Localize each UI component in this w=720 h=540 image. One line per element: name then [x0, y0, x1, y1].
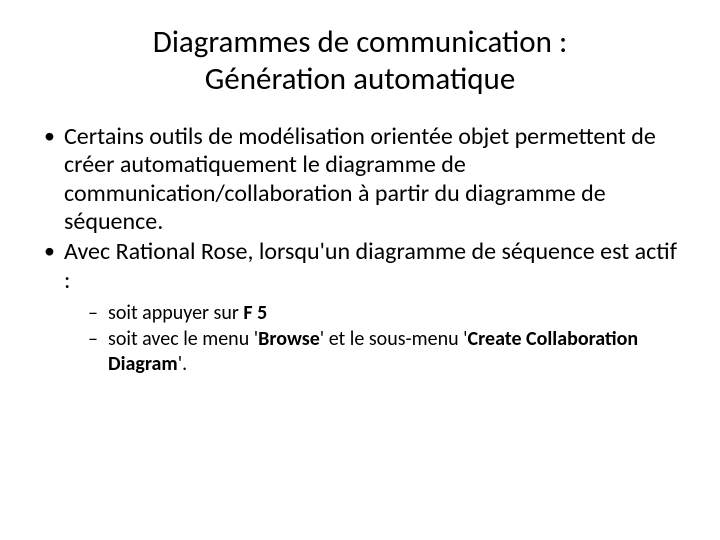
- bullet-list: Certains outils de modélisation orientée…: [42, 123, 684, 376]
- bold-text: Browse: [258, 327, 320, 351]
- bullet-text: Avec Rational Rose, lorsqu'un diagramme …: [64, 237, 677, 294]
- bullet-item: Avec Rational Rose, lorsqu'un diagramme …: [42, 238, 684, 376]
- bullet-text: Certains outils de modélisation orientée…: [64, 122, 656, 236]
- sub-bullet-list: soit appuyer sur F 5 soit avec le menu '…: [88, 301, 684, 376]
- sub-text: soit avec le menu: [108, 327, 254, 351]
- sub-bullet-item: soit appuyer sur F 5: [88, 301, 684, 325]
- sub-bullet-item: soit avec le menu 'Browse' et le sous-me…: [88, 327, 684, 376]
- bold-text: F 5: [243, 301, 267, 325]
- title-line-1: Diagrammes de communication :: [153, 23, 568, 61]
- bullet-item: Certains outils de modélisation orientée…: [42, 123, 684, 236]
- sub-text: soit appuyer sur: [108, 301, 243, 325]
- sub-text: '.: [178, 352, 187, 376]
- title-line-2: Génération automatique: [205, 60, 516, 98]
- sub-text: ' et le sous-menu ': [320, 327, 468, 351]
- slide-title: Diagrammes de communication : Génération…: [36, 24, 684, 97]
- slide: Diagrammes de communication : Génération…: [0, 0, 720, 540]
